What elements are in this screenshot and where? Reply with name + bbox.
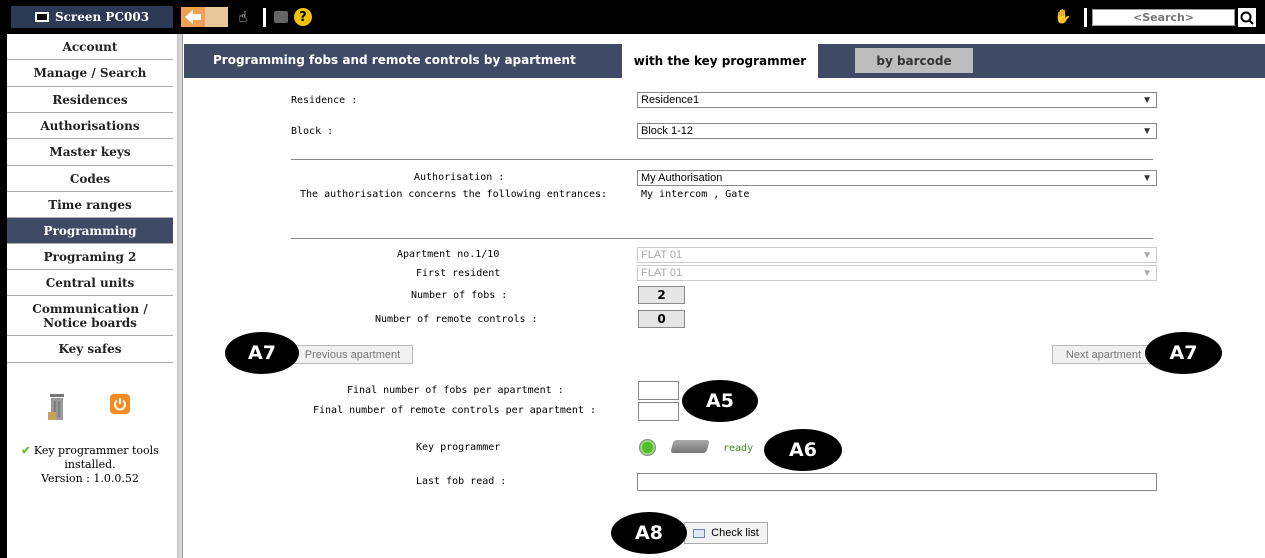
- authorisation-value: My Authorisation: [641, 172, 723, 184]
- sidebar-item-programing-2[interactable]: Programing 2: [7, 244, 173, 270]
- previous-apartment-button[interactable]: Previous apartment: [292, 345, 413, 364]
- final-remotes-input[interactable]: [638, 402, 679, 421]
- check-list-button[interactable]: Check list: [684, 522, 768, 544]
- sidebar: Account Manage / Search Residences Autho…: [0, 34, 178, 558]
- residence-label: Residence :: [291, 95, 358, 106]
- residence-select[interactable]: Residence1 ▼: [637, 92, 1157, 108]
- divider: [291, 159, 1153, 160]
- apartment-select: FLAT 01 ▼: [637, 247, 1157, 263]
- first-resident-value: FLAT 01: [641, 267, 683, 279]
- block-label: Block :: [291, 126, 334, 137]
- trash-icon[interactable]: [47, 390, 67, 422]
- block-value: Block 1-12: [641, 125, 693, 137]
- final-fobs-label: Final number of fobs per apartment :: [347, 385, 564, 396]
- search-icon[interactable]: [1238, 8, 1256, 27]
- sidebar-item-master-keys[interactable]: Master keys: [7, 139, 173, 166]
- sidebar-splitter[interactable]: [178, 34, 183, 558]
- toolbar-divider: [263, 8, 266, 27]
- sidebar-item-central-units[interactable]: Central units: [7, 270, 173, 296]
- power-icon[interactable]: [110, 394, 130, 414]
- callout-a5: A5: [682, 380, 758, 422]
- back-arrow-icon[interactable]: [181, 7, 205, 27]
- last-fob-input[interactable]: [637, 473, 1157, 491]
- fobs-count: 2: [638, 286, 685, 304]
- check-icon: ✔: [21, 444, 31, 457]
- pointer-icon[interactable]: ☝: [234, 7, 252, 27]
- chevron-down-icon: ▼: [1142, 267, 1152, 279]
- authorisation-label: Authorisation :: [414, 172, 505, 183]
- tab-key-programmer[interactable]: with the key programmer: [622, 44, 818, 78]
- callout-a6: A6: [764, 429, 842, 471]
- apartment-label: Apartment no.1/10: [397, 249, 500, 260]
- residence-value: Residence1: [641, 94, 700, 106]
- divider: [291, 238, 1153, 239]
- sidebar-item-authorisations[interactable]: Authorisations: [7, 113, 173, 139]
- final-fobs-input[interactable]: [638, 381, 679, 400]
- final-remotes-label: Final number of remote controls per apar…: [313, 405, 596, 416]
- callout-a8: A8: [611, 512, 687, 554]
- remotes-label: Number of remote controls :: [375, 314, 538, 325]
- entrances-label: The authorisation concerns the following…: [300, 189, 608, 200]
- help-icon[interactable]: ?: [293, 7, 313, 27]
- fobs-label: Number of fobs :: [411, 290, 508, 301]
- tools-status-text: Key programmer tools installed.: [33, 444, 159, 471]
- apartment-value: FLAT 01: [641, 249, 683, 261]
- forward-icon[interactable]: [205, 7, 228, 27]
- sidebar-item-communication[interactable]: Communication / Notice boards: [7, 296, 173, 336]
- block-select[interactable]: Block 1-12 ▼: [637, 123, 1157, 139]
- chevron-down-icon: ▼: [1142, 94, 1152, 106]
- tab-barcode[interactable]: by barcode: [855, 48, 973, 73]
- key-programmer-label: Key programmer: [416, 442, 501, 453]
- check-list-label: Check list: [711, 527, 759, 539]
- screen-icon: [34, 12, 49, 22]
- entrances-value: My intercom , Gate: [641, 189, 750, 200]
- ear-icon[interactable]: ✋: [1054, 7, 1072, 27]
- last-fob-label: Last fob read :: [416, 476, 507, 487]
- screen-title: Screen PC003: [11, 6, 173, 28]
- page-title: Programming fobs and remote controls by …: [213, 53, 576, 67]
- screen-title-label: Screen PC003: [54, 10, 150, 24]
- main-header: Programming fobs and remote controls by …: [184, 44, 1265, 78]
- sidebar-item-key-safes[interactable]: Key safes: [7, 336, 173, 363]
- first-resident-label: First resident: [416, 268, 501, 279]
- sidebar-item-account[interactable]: Account: [7, 34, 173, 60]
- next-apartment-button[interactable]: Next apartment: [1052, 345, 1155, 364]
- sidebar-item-programming[interactable]: Programming: [7, 218, 173, 244]
- sidebar-item-residences[interactable]: Residences: [7, 87, 173, 113]
- chevron-down-icon: ▼: [1142, 125, 1152, 137]
- status-led-icon: [640, 440, 655, 455]
- tools-version: Version : 1.0.0.52: [41, 472, 139, 485]
- key-programmer-device-icon: [670, 440, 710, 453]
- print-icon[interactable]: [272, 7, 290, 27]
- first-resident-select: FLAT 01 ▼: [637, 265, 1157, 281]
- sidebar-item-manage-search[interactable]: Manage / Search: [7, 60, 173, 87]
- top-toolbar: Screen PC003 ☝ ? ✋: [0, 0, 1265, 34]
- remotes-count: 0: [638, 310, 685, 328]
- toolbar-divider: [1084, 8, 1087, 27]
- sidebar-item-codes[interactable]: Codes: [7, 166, 173, 192]
- search-input[interactable]: [1092, 9, 1235, 26]
- sidebar-item-time-ranges[interactable]: Time ranges: [7, 192, 173, 218]
- chevron-down-icon: ▼: [1142, 249, 1152, 261]
- authorisation-select[interactable]: My Authorisation ▼: [637, 170, 1157, 186]
- key-programmer-status: ready: [723, 443, 754, 454]
- envelope-icon: [693, 528, 706, 538]
- chevron-down-icon: ▼: [1142, 172, 1152, 184]
- callout-a7-right: A7: [1145, 332, 1222, 374]
- callout-a7-left: A7: [225, 332, 299, 374]
- tools-status: ✔ Key programmer tools installed. Versio…: [7, 444, 173, 486]
